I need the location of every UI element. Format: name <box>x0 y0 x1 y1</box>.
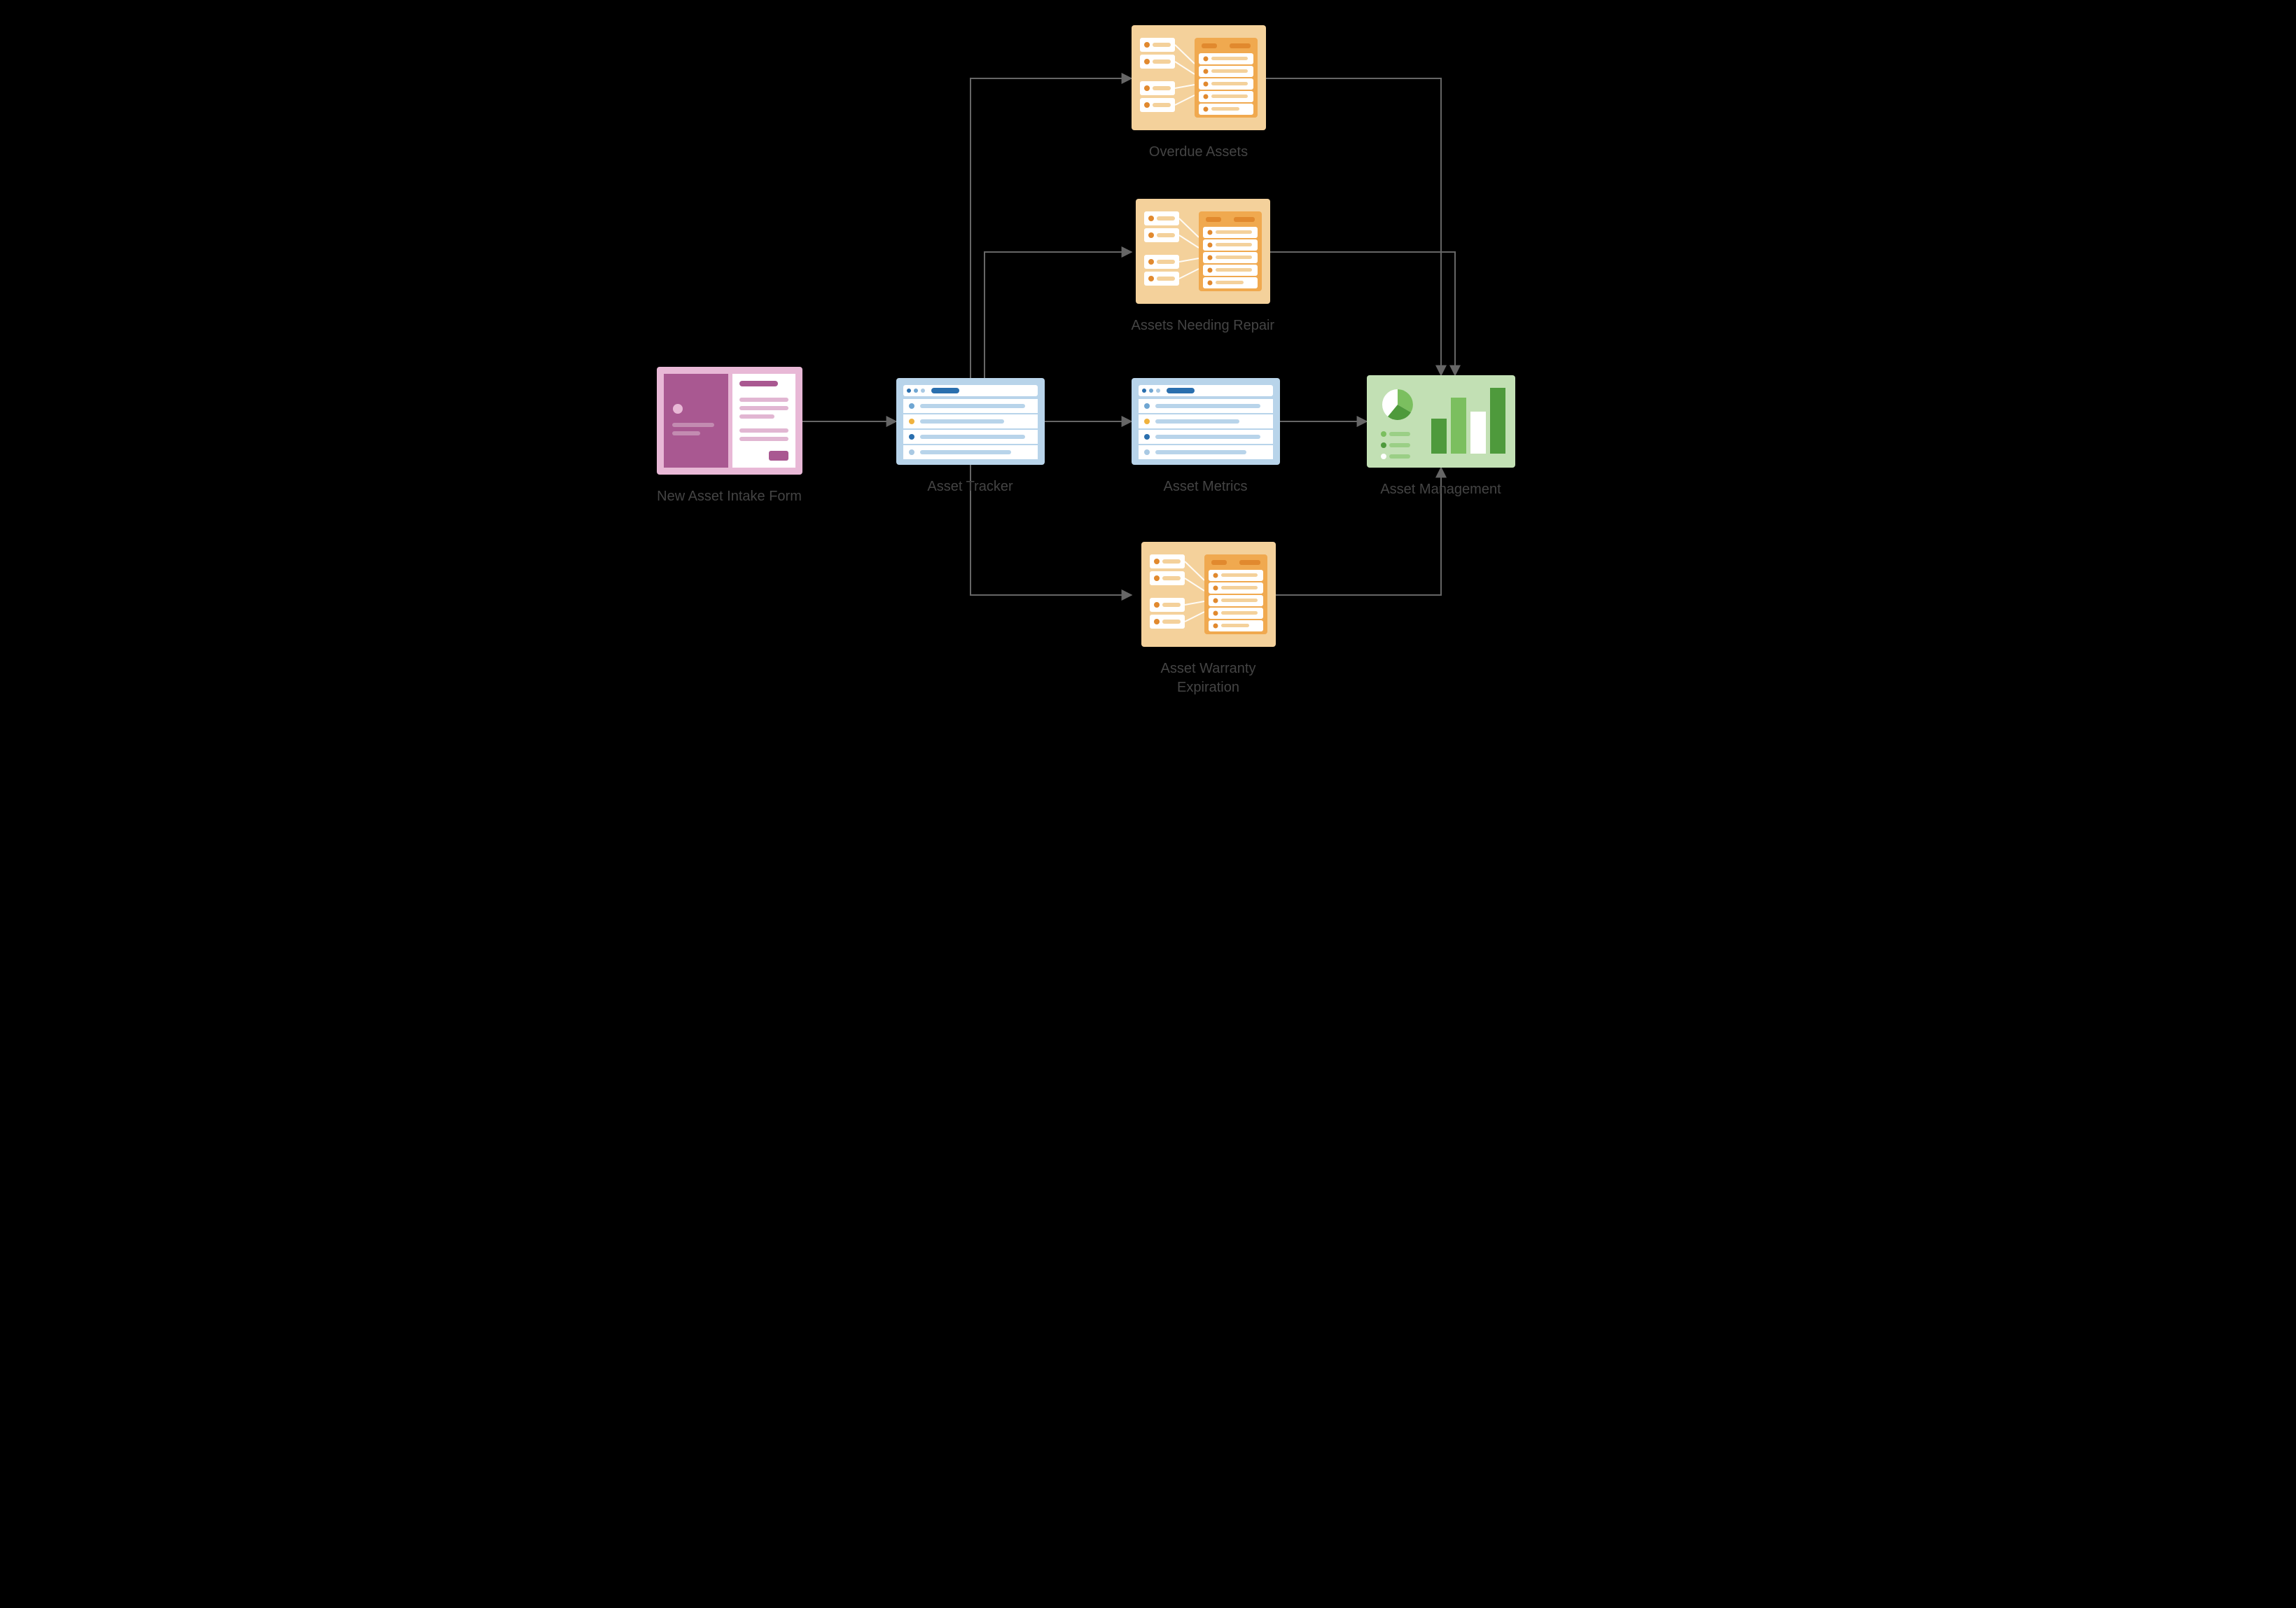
dashboard-icon <box>1367 375 1515 468</box>
edge-tracker-overdue <box>970 78 1132 378</box>
list-icon <box>1132 378 1280 465</box>
node-tracker: Asset Tracker <box>896 378 1045 496</box>
node-intake: New Asset Intake Form <box>657 367 802 506</box>
node-repair-label: Assets Needing Repair <box>1132 316 1275 335</box>
node-metrics-label: Asset Metrics <box>1163 477 1247 496</box>
form-icon <box>657 367 802 475</box>
node-overdue: Overdue Assets <box>1132 25 1266 162</box>
node-intake-label: New Asset Intake Form <box>657 487 802 506</box>
node-metrics: Asset Metrics <box>1132 378 1280 496</box>
edge-overdue-management <box>1266 78 1441 375</box>
edge-repair-management <box>1266 252 1455 375</box>
grouping-icon <box>1141 542 1276 647</box>
edge-tracker-repair <box>985 252 1132 378</box>
node-repair: Assets Needing Repair <box>1132 199 1275 335</box>
grouping-icon <box>1132 25 1266 130</box>
list-icon <box>896 378 1045 465</box>
node-warranty-label: Asset Warranty Expiration <box>1132 659 1286 697</box>
node-management-label: Asset Management <box>1380 480 1501 499</box>
grouping-icon <box>1136 199 1270 304</box>
node-warranty: Asset Warranty Expiration <box>1132 542 1286 697</box>
node-tracker-label: Asset Tracker <box>927 477 1013 496</box>
diagram-canvas: New Asset Intake Form Asset Tracker <box>637 0 1660 714</box>
node-management: Asset Management <box>1367 375 1515 499</box>
node-overdue-label: Overdue Assets <box>1149 143 1248 162</box>
